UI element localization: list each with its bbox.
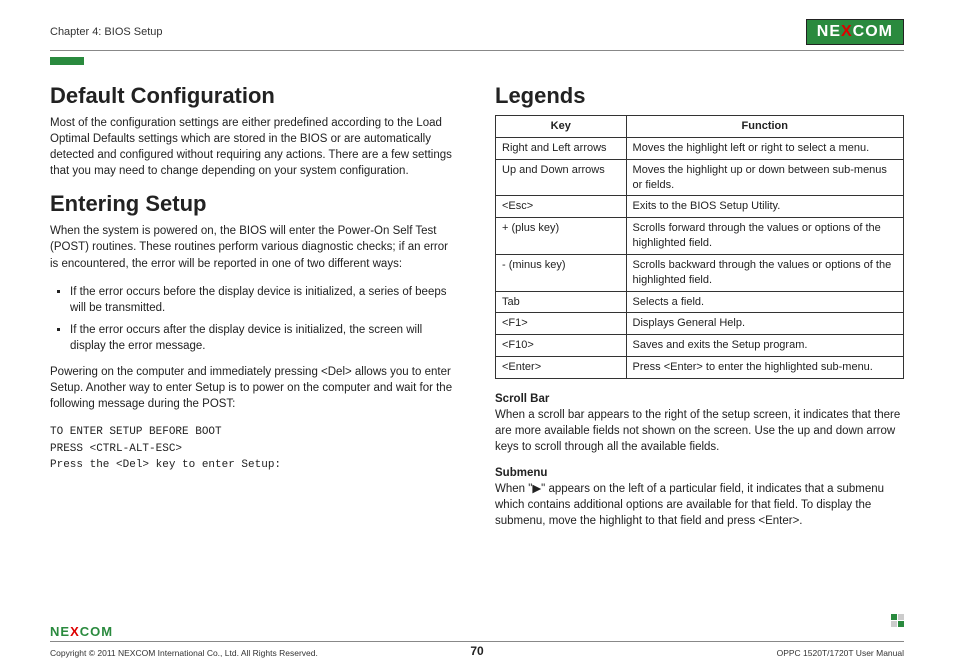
table-header-row: Key Function [496, 116, 904, 138]
square-icon [898, 621, 904, 627]
brand-logo-bottom: NEXCOM [50, 624, 904, 639]
table-row: <Esc>Exits to the BIOS Setup Utility. [496, 196, 904, 218]
footer-line: Copyright © 2011 NEXCOM International Co… [50, 641, 904, 658]
accent-bar [50, 57, 84, 65]
page-footer: NEXCOM Copyright © 2011 NEXCOM Internati… [50, 624, 904, 658]
page-number: 70 [447, 644, 507, 658]
table-row: Up and Down arrowsMoves the highlight up… [496, 159, 904, 196]
right-column: Legends Key Function Right and Left arro… [495, 83, 904, 542]
content-columns: Default Configuration Most of the config… [50, 83, 904, 542]
heading-legends: Legends [495, 83, 904, 109]
table-row: <F10>Saves and exits the Setup program. [496, 335, 904, 357]
square-icon [891, 621, 897, 627]
table-row: - (minus key)Scrolls backward through th… [496, 254, 904, 291]
document-id: OPPC 1520T/1720T User Manual [507, 648, 904, 658]
paragraph-default-config: Most of the configuration settings are e… [50, 115, 459, 179]
brand-logo-top: NEXCOM [806, 19, 904, 45]
code-block: TO ENTER SETUP BEFORE BOOT PRESS <CTRL-A… [50, 424, 459, 474]
th-key: Key [496, 116, 627, 138]
table-row: TabSelects a field. [496, 291, 904, 313]
paragraph-submenu: When "▶" appears on the left of a partic… [495, 481, 904, 529]
th-function: Function [626, 116, 903, 138]
list-item: If the error occurs after the display de… [70, 322, 459, 354]
header-rule [50, 50, 904, 51]
paragraph-enter-setup: Powering on the computer and immediately… [50, 364, 459, 412]
paragraph-post: When the system is powered on, the BIOS … [50, 223, 459, 271]
square-icon [898, 614, 904, 620]
left-column: Default Configuration Most of the config… [50, 83, 459, 542]
table-row: <Enter>Press <Enter> to enter the highli… [496, 357, 904, 379]
footer-ornament [891, 614, 904, 627]
heading-default-config: Default Configuration [50, 83, 459, 109]
error-list: If the error occurs before the display d… [70, 284, 459, 354]
paragraph-scrollbar: When a scroll bar appears to the right o… [495, 407, 904, 455]
subheading-scrollbar: Scroll Bar [495, 393, 904, 405]
page-header: Chapter 4: BIOS Setup NEXCOM [50, 18, 904, 46]
table-row: + (plus key)Scrolls forward through the … [496, 218, 904, 255]
table-row: Right and Left arrowsMoves the highlight… [496, 137, 904, 159]
heading-entering-setup: Entering Setup [50, 191, 459, 217]
copyright-text: Copyright © 2011 NEXCOM International Co… [50, 648, 447, 658]
chapter-label: Chapter 4: BIOS Setup [50, 26, 163, 38]
table-row: <F1>Displays General Help. [496, 313, 904, 335]
subheading-submenu: Submenu [495, 467, 904, 479]
legends-table: Key Function Right and Left arrowsMoves … [495, 115, 904, 379]
square-icon [891, 614, 897, 620]
list-item: If the error occurs before the display d… [70, 284, 459, 316]
